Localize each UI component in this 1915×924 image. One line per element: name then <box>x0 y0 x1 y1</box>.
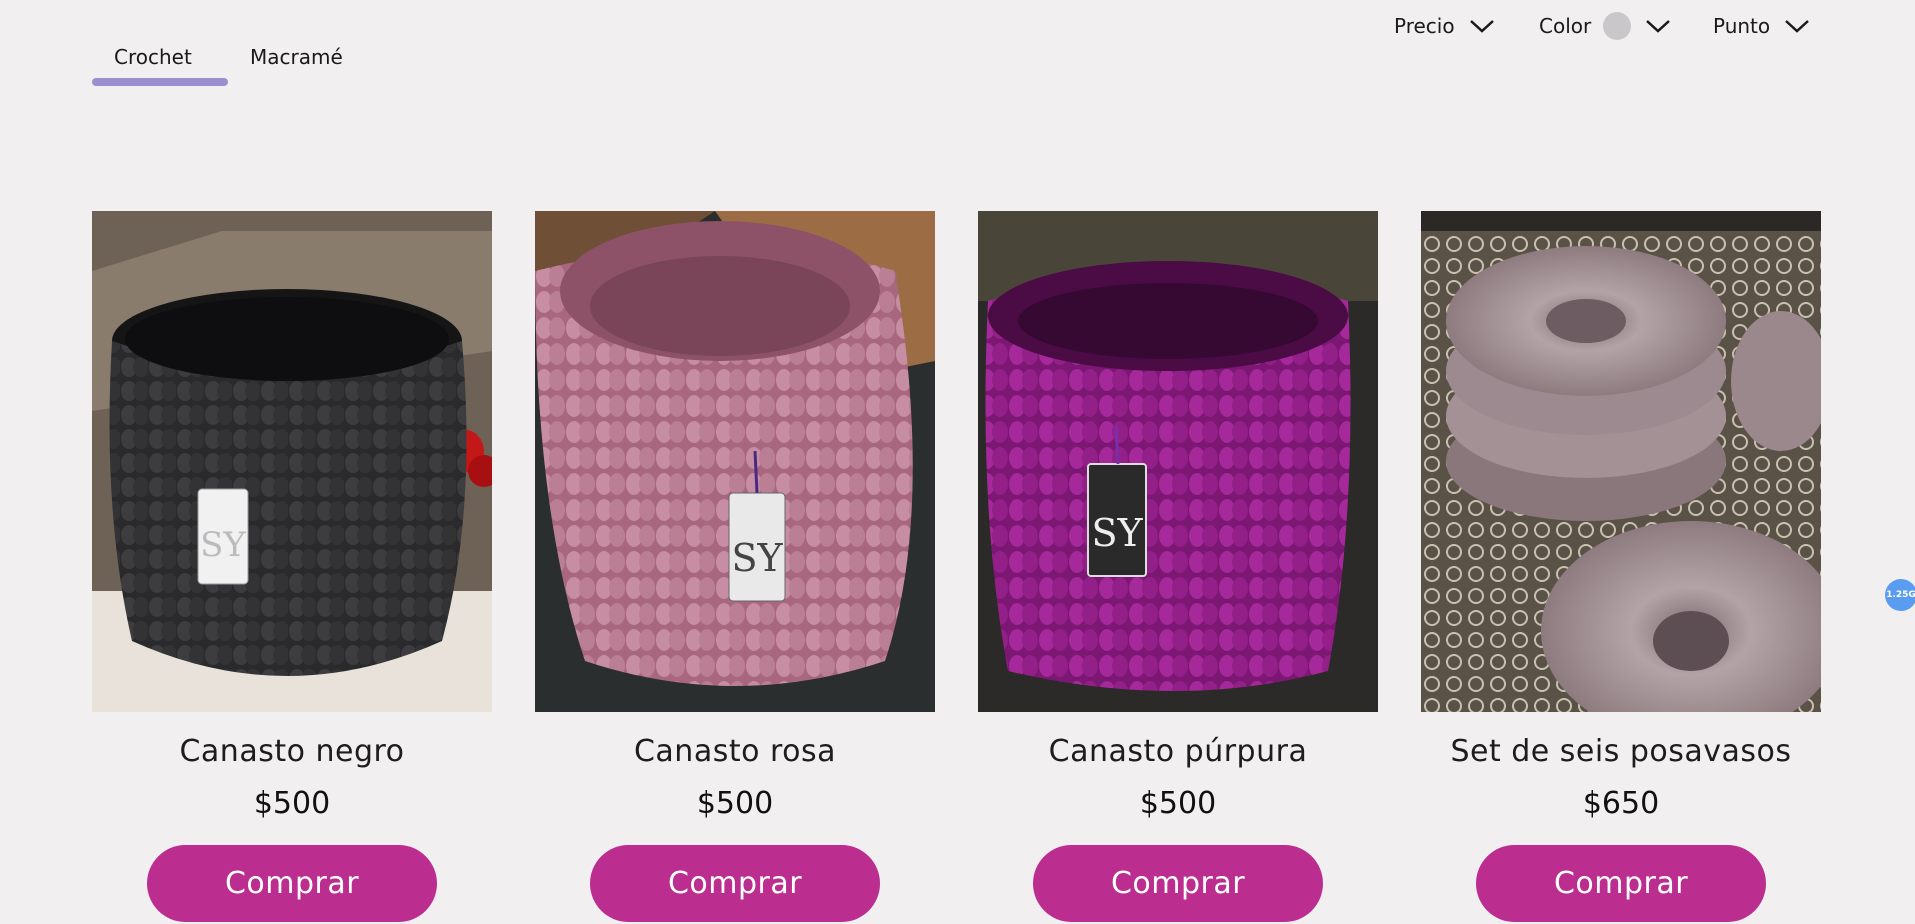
shop-page: Crochet Macramé Precio Color Punto SY Ca… <box>0 0 1915 924</box>
color-swatch <box>1603 12 1632 40</box>
svg-text:SY: SY <box>731 536 783 580</box>
product-name: Canasto negro <box>179 734 405 769</box>
product-image-coaster-set[interactable] <box>1421 211 1821 712</box>
filter-bar: Precio Color Punto <box>1394 8 1810 44</box>
product-image-black-basket[interactable]: SY <box>92 211 492 712</box>
product-price: $500 <box>696 786 774 821</box>
product-price: $500 <box>253 786 331 821</box>
price-filter-label: Precio <box>1394 14 1455 38</box>
stitch-filter-label: Punto <box>1713 14 1771 38</box>
chevron-down-icon <box>1646 20 1671 33</box>
color-filter-label: Color <box>1539 14 1592 38</box>
product-image-purple-basket[interactable]: SY <box>978 211 1378 712</box>
tab-macrame-label: Macramé <box>250 45 343 69</box>
active-tab-indicator <box>92 78 228 86</box>
stitch-filter-dropdown[interactable]: Punto <box>1713 8 1810 44</box>
tab-crochet-label: Crochet <box>114 45 192 69</box>
product-image-pink-basket[interactable]: SY <box>535 211 935 712</box>
product-card: SY Canasto negro $500 Comprar <box>92 211 492 922</box>
product-grid: SY Canasto negro $500 Comprar SY Canasto… <box>92 211 1821 922</box>
color-filter-dropdown[interactable]: Color <box>1539 8 1713 44</box>
chevron-down-icon <box>1469 20 1494 33</box>
svg-text:SY: SY <box>1091 511 1143 555</box>
product-card: Set de seis posavasos $650 Comprar <box>1421 211 1821 922</box>
floating-badge[interactable]: 1.25G <box>1885 579 1915 611</box>
product-name: Canasto rosa <box>633 734 837 769</box>
category-tabs: Crochet Macramé <box>92 42 365 86</box>
buy-button[interactable]: Comprar <box>1476 845 1766 922</box>
price-filter-dropdown[interactable]: Precio <box>1394 8 1539 44</box>
product-card: SY Canasto púrpura $500 Comprar <box>978 211 1378 922</box>
chevron-down-icon <box>1785 20 1809 33</box>
buy-button[interactable]: Comprar <box>147 845 437 922</box>
tab-crochet[interactable]: Crochet <box>92 42 228 86</box>
product-name: Set de seis posavasos <box>1450 734 1792 769</box>
svg-text:SY: SY <box>200 525 246 565</box>
product-price: $500 <box>1139 786 1217 821</box>
buy-button[interactable]: Comprar <box>1033 845 1323 922</box>
product-name: Canasto púrpura <box>1048 734 1308 769</box>
tab-macrame[interactable]: Macramé <box>228 42 365 86</box>
buy-button[interactable]: Comprar <box>590 845 880 922</box>
product-card: SY Canasto rosa $500 Comprar <box>535 211 935 922</box>
product-price: $650 <box>1582 786 1660 821</box>
